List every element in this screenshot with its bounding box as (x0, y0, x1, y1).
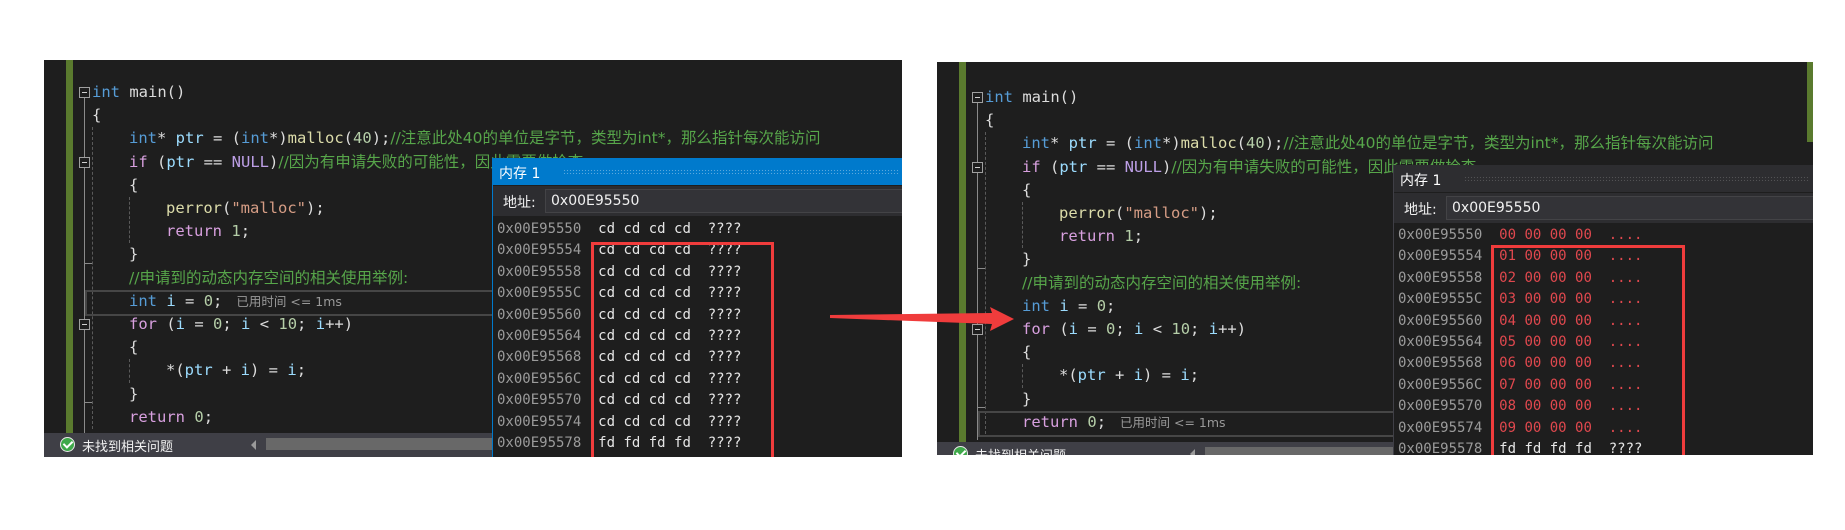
arrow-shape (830, 307, 1014, 331)
annotation-arrow (830, 307, 1014, 331)
